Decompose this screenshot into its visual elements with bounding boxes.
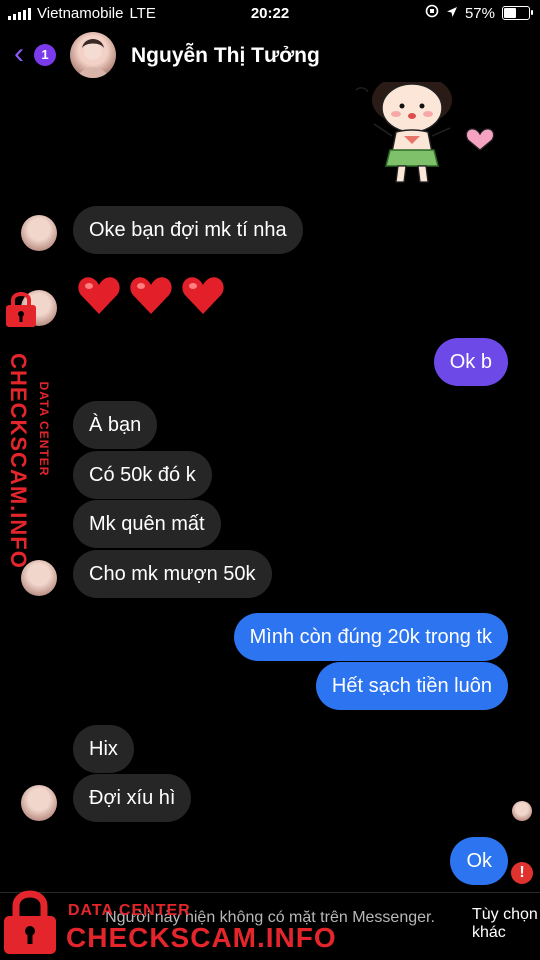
message-bubble-outgoing[interactable]: Ok b <box>433 338 508 386</box>
battery-fill <box>504 8 516 18</box>
error-icon[interactable]: ! <box>511 862 533 884</box>
chevron-left-icon: ‹ <box>14 37 24 70</box>
message-bubble-incoming[interactable]: Mk quên mất <box>73 500 221 548</box>
footer-divider <box>0 892 540 893</box>
unread-badge: 1 <box>34 44 56 66</box>
sender-avatar[interactable] <box>21 785 57 821</box>
battery-icon <box>502 6 533 20</box>
watermark-side: CHECKSCAM.INFO DATA CENTER <box>4 290 64 569</box>
heart-emoji-icon <box>78 277 120 314</box>
watermark-label-vertical: DATA CENTER <box>37 381 51 477</box>
status-bar: Vietnamobile LTE 20:22 57% <box>0 0 540 28</box>
message-bubble-outgoing[interactable]: Ok <box>450 837 508 885</box>
seen-indicator-avatar <box>512 801 532 821</box>
location-icon <box>446 5 458 22</box>
rotation-lock-icon <box>425 4 439 22</box>
more-options-link[interactable]: Tùy chọn khác <box>472 906 540 942</box>
contact-avatar[interactable] <box>70 32 116 78</box>
lock-icon <box>4 890 56 954</box>
status-right: 57% <box>425 4 533 22</box>
lock-icon <box>6 292 36 327</box>
heart-emoji-icon <box>182 277 224 314</box>
cartoon-sticker[interactable] <box>352 74 502 192</box>
heart-emoji-icon <box>130 277 172 314</box>
sender-avatar[interactable] <box>21 215 57 251</box>
message-bubble-outgoing[interactable]: Mình còn đúng 20k trong tk <box>233 613 508 661</box>
hearts-message[interactable] <box>76 272 226 318</box>
chat-header: ‹ 1 Nguyễn Thị Tưởng <box>0 28 540 84</box>
watermark-brand-vertical: CHECKSCAM.INFO <box>6 353 31 569</box>
message-bubble-outgoing[interactable]: Hết sạch tiền luôn <box>315 662 508 710</box>
message-bubble-incoming[interactable]: Oke bạn đợi mk tí nha <box>73 206 303 254</box>
battery-percent: 57% <box>464 4 495 22</box>
message-bubble-incoming[interactable]: Đợi xíu hì <box>73 774 192 822</box>
contact-name[interactable]: Nguyễn Thị Tưởng <box>131 44 320 68</box>
watermark-label: DATA CENTER <box>68 902 191 919</box>
message-bubble-incoming[interactable]: Hix <box>73 725 134 773</box>
message-bubble-incoming[interactable]: À bạn <box>73 401 158 449</box>
back-button[interactable]: ‹ <box>14 37 24 70</box>
message-bubble-incoming[interactable]: Cho mk mượn 50k <box>73 550 272 598</box>
message-bubble-incoming[interactable]: Có 50k đó k <box>73 451 212 499</box>
watermark-brand: CHECKSCAM.INFO <box>66 922 337 953</box>
